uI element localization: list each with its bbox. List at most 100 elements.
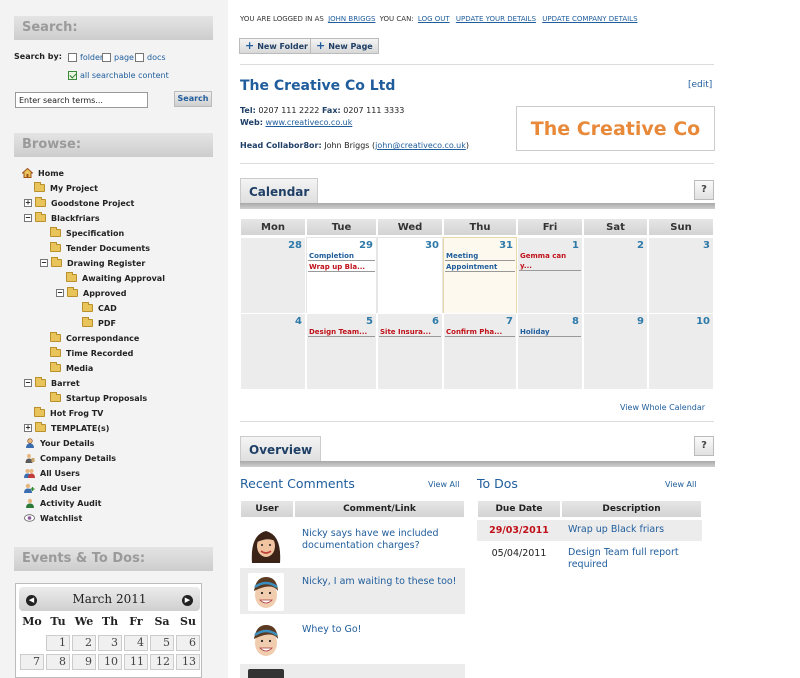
overview-help-icon[interactable]: ? xyxy=(694,436,714,456)
logout-link[interactable]: LOG OUT xyxy=(418,15,450,23)
search-option-docs[interactable]: docs xyxy=(135,53,166,62)
calendar-day-cell[interactable]: 1 Gemma can y... xyxy=(517,237,583,314)
collapse-icon[interactable]: − xyxy=(56,289,64,297)
calendar-event[interactable]: Wrap up Bla... xyxy=(308,262,375,272)
comment-text[interactable]: Nicky, I am waiting to these too! xyxy=(302,576,462,588)
todos-view-all-link[interactable]: View All xyxy=(665,480,696,489)
search-option-page[interactable]: page xyxy=(102,53,134,62)
mini-day[interactable]: 12 xyxy=(150,654,174,670)
calendar-day-cell[interactable]: 10 xyxy=(648,313,714,390)
calendar-day-cell[interactable]: 5 Design Team... xyxy=(306,313,377,390)
mini-day[interactable]: 1 xyxy=(46,635,70,651)
mini-day[interactable]: 7 xyxy=(20,654,44,670)
mini-day[interactable]: 9 xyxy=(72,654,96,670)
collapse-icon[interactable]: − xyxy=(24,214,32,222)
calendar-event[interactable]: Holiday xyxy=(519,327,581,337)
calendar-day-cell[interactable]: 7 Confirm Pha... xyxy=(443,313,517,390)
all-content-checkbox[interactable] xyxy=(68,71,77,80)
calendar-day-cell[interactable]: 30 xyxy=(377,237,443,314)
prev-month-icon[interactable]: ◀ xyxy=(26,595,37,606)
comments-view-all-link[interactable]: View All xyxy=(428,480,459,489)
tree-item-media[interactable]: Media xyxy=(50,361,93,375)
calendar-event[interactable]: Meeting xyxy=(445,251,515,261)
edit-company-link[interactable]: [edit] xyxy=(688,80,712,90)
calendar-help-icon[interactable]: ? xyxy=(694,180,714,200)
calendar-day-cell[interactable]: 6 Site Insura... xyxy=(377,313,443,390)
tree-item-pdf[interactable]: PDF xyxy=(82,316,116,330)
search-option-all[interactable]: all searchable content xyxy=(68,71,169,80)
calendar-event[interactable]: Completion xyxy=(308,251,375,261)
user-link[interactable]: JOHN BRIGGS xyxy=(328,15,375,23)
calendar-event[interactable]: Appointment xyxy=(445,262,515,272)
tree-item-goodstone-project[interactable]: + Goodstone Project xyxy=(24,196,134,210)
tree-item-startup-proposals[interactable]: Startup Proposals xyxy=(50,391,147,405)
tree-item-watchlist[interactable]: Watchlist xyxy=(24,511,82,525)
next-month-icon[interactable]: ▶ xyxy=(182,595,193,606)
search-option-folder[interactable]: folder xyxy=(68,53,103,62)
collapse-icon[interactable]: − xyxy=(40,259,48,267)
view-whole-calendar-link[interactable]: View Whole Calendar xyxy=(620,403,705,412)
tree-item-blackfriars[interactable]: − Blackfriars xyxy=(24,211,100,225)
calendar-event[interactable]: y... xyxy=(519,261,581,271)
search-button[interactable]: Search xyxy=(174,91,212,107)
tree-item-my-project[interactable]: My Project xyxy=(34,181,98,195)
comment-text[interactable]: Nicky says have we included documentatio… xyxy=(302,528,462,552)
calendar-day-cell[interactable]: 4 xyxy=(240,313,306,390)
todo-row[interactable]: 05/04/2011 Design Team full report requi… xyxy=(477,543,702,570)
comment-text[interactable]: Whey to Go! xyxy=(302,624,462,636)
comment-row[interactable]: Nicky, I am waiting to these too! xyxy=(240,567,465,614)
new-folder-button[interactable]: + New Folder xyxy=(239,38,314,54)
calendar-day-cell[interactable]: 9 xyxy=(583,313,648,390)
docs-checkbox[interactable] xyxy=(135,53,144,62)
tree-item-awaiting-approval[interactable]: Awaiting Approval xyxy=(66,271,165,285)
calendar-day-cell-today[interactable]: 31 Meeting Appointment xyxy=(443,237,517,314)
mini-day[interactable]: 2 xyxy=(72,635,96,651)
tree-item-time-recorded[interactable]: Time Recorded xyxy=(50,346,133,360)
calendar-day-cell[interactable]: 29 Completion Wrap up Bla... xyxy=(306,237,377,314)
comment-row[interactable]: Nicky says have we included documentatio… xyxy=(240,519,465,566)
tree-item-all-users[interactable]: All Users xyxy=(24,466,80,480)
calendar-day-cell[interactable]: 28 xyxy=(240,237,306,314)
collapse-icon[interactable]: − xyxy=(24,379,32,387)
expand-icon[interactable]: + xyxy=(24,424,32,432)
mini-day[interactable]: 13 xyxy=(176,654,200,670)
calendar-event[interactable]: Gemma can xyxy=(519,251,581,261)
mini-day[interactable]: 5 xyxy=(150,635,174,651)
calendar-day-cell[interactable]: 2 xyxy=(583,237,648,314)
calendar-event[interactable]: Site Insura... xyxy=(379,327,441,337)
mini-day[interactable]: 8 xyxy=(46,654,70,670)
mini-day[interactable]: 10 xyxy=(98,654,122,670)
tree-item-correspondance[interactable]: Correspondance xyxy=(50,331,139,345)
calendar-event[interactable]: Confirm Pha... xyxy=(445,327,515,337)
update-details-link[interactable]: UPDATE YOUR DETAILS xyxy=(456,15,536,23)
tree-item-approved[interactable]: − Approved xyxy=(56,286,126,300)
comment-row[interactable]: Whey to Go! xyxy=(240,615,465,662)
tree-item-templates[interactable]: + TEMPLATE(s) xyxy=(24,421,109,435)
mini-day[interactable]: 11 xyxy=(124,654,148,670)
todo-description[interactable]: Wrap up Black friars xyxy=(568,524,702,536)
tree-item-tender-documents[interactable]: Tender Documents xyxy=(50,241,150,255)
folder-checkbox[interactable] xyxy=(68,53,77,62)
todo-description[interactable]: Design Team full report required xyxy=(568,547,702,571)
collaborator-email-link[interactable]: john@creativeco.co.uk xyxy=(375,141,466,150)
mini-day[interactable]: 4 xyxy=(124,635,148,651)
tree-item-barret[interactable]: − Barret xyxy=(24,376,80,390)
mini-day[interactable]: 6 xyxy=(176,635,200,651)
tree-item-add-user[interactable]: Add User xyxy=(24,481,81,495)
new-page-button[interactable]: + New Page xyxy=(310,38,379,54)
calendar-day-cell[interactable]: 8 Holiday xyxy=(517,313,583,390)
todo-row[interactable]: 29/03/2011 Wrap up Black friars xyxy=(477,520,702,541)
tree-item-hot-frog-tv[interactable]: Hot Frog TV xyxy=(34,406,103,420)
search-input[interactable] xyxy=(15,92,148,108)
mini-day[interactable]: 3 xyxy=(98,635,122,651)
tree-item-home[interactable]: Home xyxy=(22,166,64,180)
tree-item-specification[interactable]: Specification xyxy=(50,226,124,240)
update-company-link[interactable]: UPDATE COMPANY DETAILS xyxy=(542,15,637,23)
tree-item-your-details[interactable]: Your Details xyxy=(24,436,95,450)
tree-item-drawing-register[interactable]: − Drawing Register xyxy=(40,256,145,270)
website-link[interactable]: www.creativeco.co.uk xyxy=(265,118,352,127)
tree-item-activity-audit[interactable]: Activity Audit xyxy=(24,496,101,510)
tree-item-company-details[interactable]: Company Details xyxy=(24,451,116,465)
calendar-day-cell[interactable]: 3 xyxy=(648,237,714,314)
expand-icon[interactable]: + xyxy=(24,199,32,207)
